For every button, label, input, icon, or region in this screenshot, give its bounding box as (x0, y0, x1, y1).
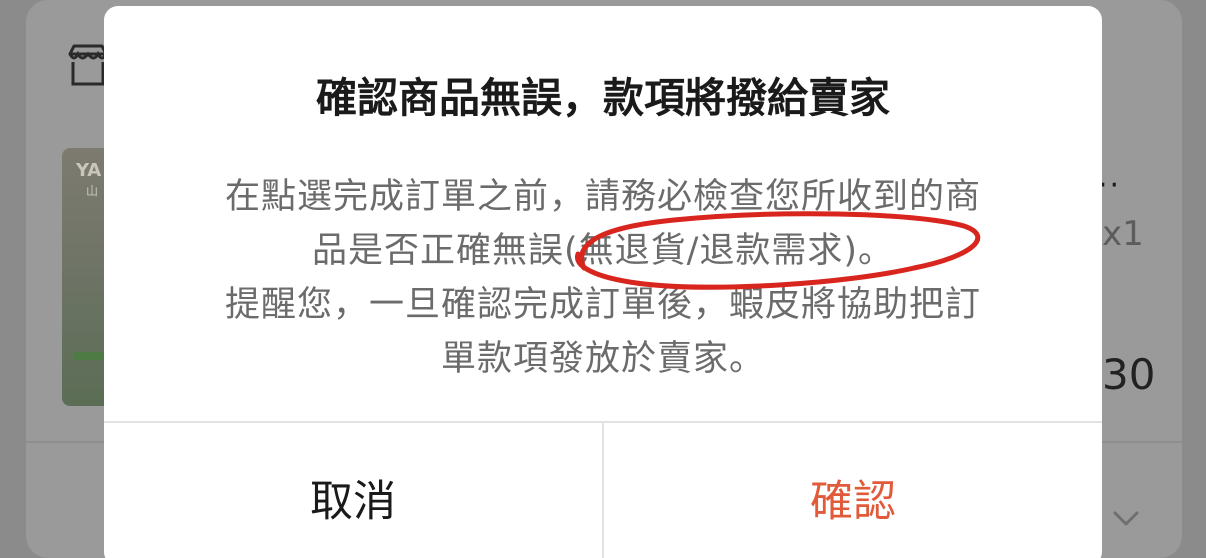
dialog-message: 在點選完成訂單之前，請務必檢查您所收到的商 品是否正確無誤(無退貨/退款需求)。… (144, 170, 1062, 386)
message-line: 提醒您，一旦確認完成訂單後，蝦皮將協助把訂 (224, 285, 981, 325)
product-price: 30 (1102, 350, 1156, 399)
thumb-sub-text: 山 (86, 184, 99, 198)
dialog-button-bar: 取消 確認 (104, 421, 1102, 558)
message-line: 品是否正確無誤(無退貨/退款需求)。 (311, 231, 895, 271)
message-line: 單款項發放於賣家。 (440, 339, 765, 379)
thumb-brand-text: YA (76, 160, 102, 181)
confirm-button[interactable]: 確認 (604, 423, 1102, 558)
chevron-down-icon[interactable] (1112, 504, 1140, 532)
confirm-order-dialog: 確認商品無誤，款項將撥給賣家 在點選完成訂單之前，請務必檢查您所收到的商 品是否… (104, 6, 1102, 558)
message-line: 在點選完成訂單之前，請務必檢查您所收到的商 (224, 177, 981, 217)
cancel-button[interactable]: 取消 (104, 423, 604, 558)
product-quantity: x1 (1102, 214, 1144, 254)
dialog-title: 確認商品無誤，款項將撥給賣家 (316, 74, 890, 122)
